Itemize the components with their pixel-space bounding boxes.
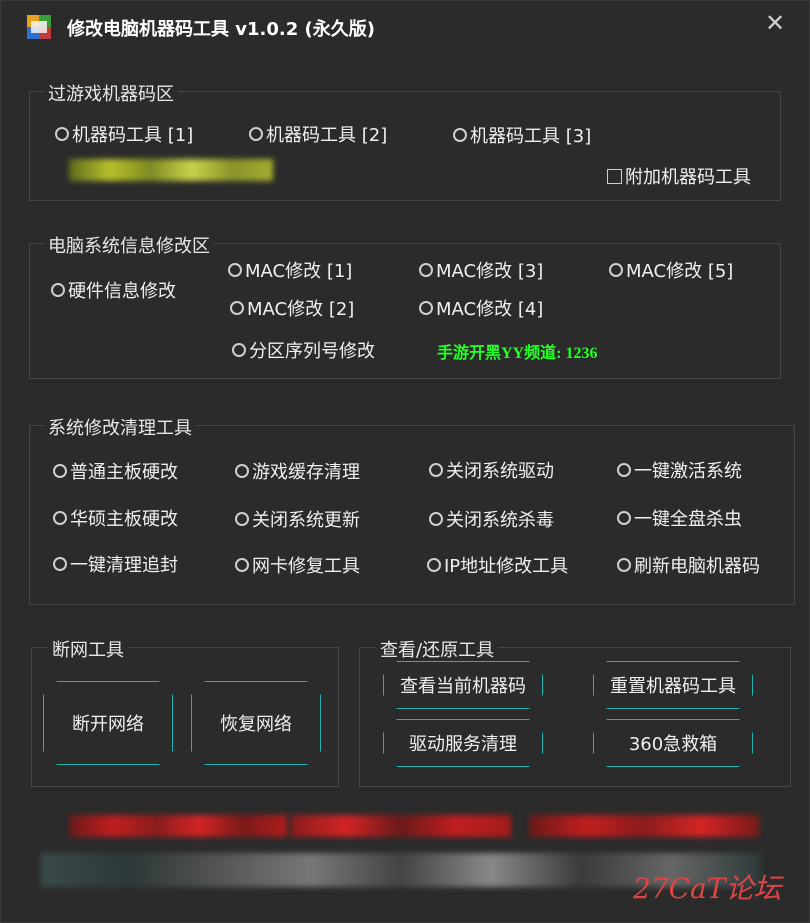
radio-icon xyxy=(55,127,69,141)
driver-service-clean-button[interactable]: 驱动服务清理 xyxy=(383,719,543,767)
radio-icon xyxy=(235,512,249,526)
app-window: 修改电脑机器码工具 v1.0.2 (永久版) ✕ 过游戏机器码区 机器码工具 [… xyxy=(0,0,810,923)
radio-icon xyxy=(53,557,67,571)
radio-cleanup-item[interactable]: 网卡修复工具 xyxy=(235,552,360,578)
emergency-kit-button[interactable]: 360急救箱 xyxy=(593,719,753,767)
checkbox-icon xyxy=(607,168,622,184)
group-legend: 查看/还原工具 xyxy=(376,636,499,662)
reset-machine-code-button[interactable]: 重置机器码工具 xyxy=(593,661,753,709)
radio-partition-serial[interactable]: 分区序列号修改 xyxy=(232,337,375,363)
radio-icon xyxy=(230,301,244,315)
radio-cleanup-item[interactable]: 一键全盘杀虫 xyxy=(617,505,742,531)
disconnect-network-button[interactable]: 断开网络 xyxy=(43,681,173,765)
radio-icon xyxy=(53,464,67,478)
radio-icon xyxy=(429,512,443,526)
radio-cleanup-item[interactable]: 一键激活系统 xyxy=(617,457,742,483)
redacted-text xyxy=(69,159,273,181)
radio-icon xyxy=(249,127,263,141)
radio-cleanup-item[interactable]: 一键清理追封 xyxy=(53,551,178,577)
redacted-text xyxy=(529,815,759,837)
radio-cleanup-item[interactable]: 普通主板硬改 xyxy=(53,458,178,484)
radio-hardware-info[interactable]: 硬件信息修改 xyxy=(51,277,176,303)
group-legend: 电脑系统信息修改区 xyxy=(44,232,214,258)
radio-icon xyxy=(235,464,249,478)
radio-cleanup-item[interactable]: 刷新电脑机器码 xyxy=(617,552,760,578)
app-icon xyxy=(27,15,51,39)
title-bar: 修改电脑机器码工具 v1.0.2 (永久版) ✕ xyxy=(1,1,809,53)
radio-icon xyxy=(453,128,467,142)
radio-icon xyxy=(609,263,623,277)
radio-machine-code-3[interactable]: 机器码工具 [3] xyxy=(453,122,591,148)
radio-cleanup-item[interactable]: 关闭系统更新 xyxy=(235,506,360,532)
radio-mac-5[interactable]: MAC修改 [5] xyxy=(609,257,733,283)
restore-network-button[interactable]: 恢复网络 xyxy=(191,681,321,765)
radio-icon xyxy=(429,463,443,477)
radio-cleanup-item[interactable]: 华硕主板硬改 xyxy=(53,505,178,531)
radio-icon xyxy=(53,511,67,525)
radio-cleanup-item[interactable]: 关闭系统杀毒 xyxy=(429,506,554,532)
extra-machine-code-checkbox[interactable]: 附加机器码工具 xyxy=(607,163,751,189)
radio-mac-1[interactable]: MAC修改 [1] xyxy=(228,257,352,283)
group-legend: 断网工具 xyxy=(48,636,128,662)
radio-icon xyxy=(235,558,249,572)
radio-icon xyxy=(232,343,246,357)
group-legend: 过游戏机器码区 xyxy=(44,80,178,106)
redacted-text xyxy=(69,815,287,837)
radio-icon xyxy=(617,463,631,477)
forum-watermark: 27CaT论坛 xyxy=(633,872,782,905)
radio-cleanup-item[interactable]: IP地址修改工具 xyxy=(427,552,568,578)
radio-icon xyxy=(427,558,441,572)
radio-machine-code-1[interactable]: 机器码工具 [1] xyxy=(55,121,193,147)
radio-icon xyxy=(419,301,433,315)
yy-channel-text: 手游开黑YY频道: 1236 xyxy=(437,345,598,362)
radio-cleanup-item[interactable]: 游戏缓存清理 xyxy=(235,458,360,484)
redacted-text xyxy=(291,815,511,837)
close-icon[interactable]: ✕ xyxy=(761,9,789,37)
radio-mac-3[interactable]: MAC修改 [3] xyxy=(419,257,543,283)
group-legend: 系统修改清理工具 xyxy=(44,414,196,440)
radio-icon xyxy=(617,511,631,525)
radio-icon xyxy=(419,263,433,277)
radio-mac-2[interactable]: MAC修改 [2] xyxy=(230,295,354,321)
radio-icon xyxy=(617,558,631,572)
radio-mac-4[interactable]: MAC修改 [4] xyxy=(419,295,543,321)
window-title: 修改电脑机器码工具 v1.0.2 (永久版) xyxy=(67,19,375,40)
radio-cleanup-item[interactable]: 关闭系统驱动 xyxy=(429,457,554,483)
radio-machine-code-2[interactable]: 机器码工具 [2] xyxy=(249,121,387,147)
view-machine-code-button[interactable]: 查看当前机器码 xyxy=(383,661,543,709)
radio-icon xyxy=(228,263,242,277)
radio-icon xyxy=(51,283,65,297)
